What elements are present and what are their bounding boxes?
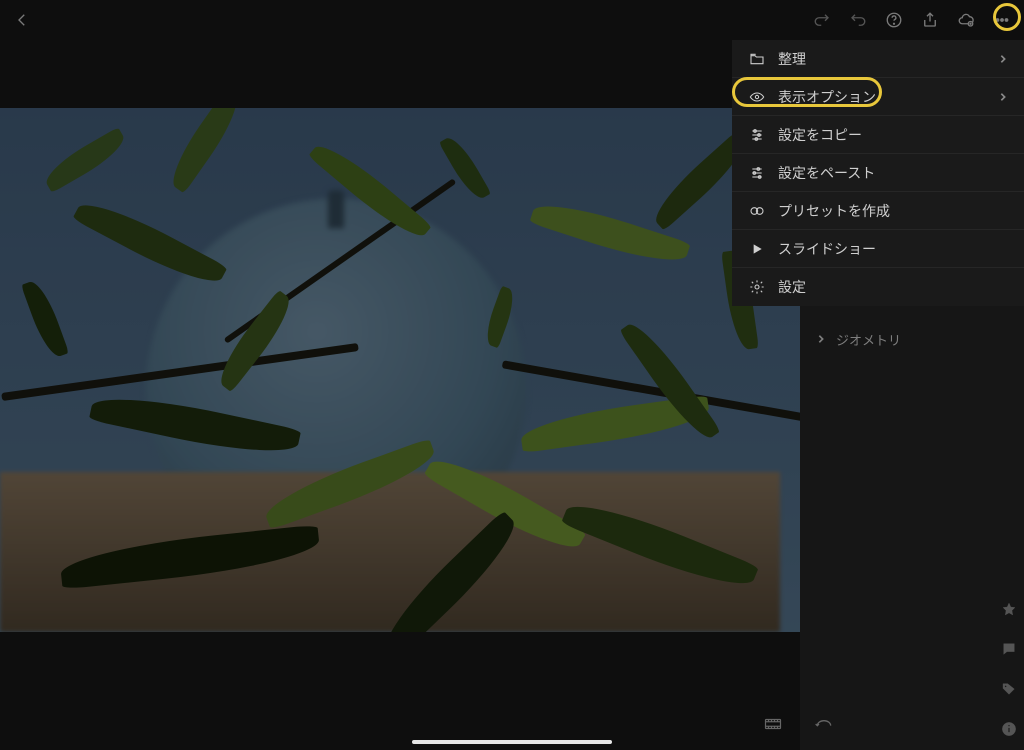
menu-item-label: 設定をコピー: [778, 125, 1008, 145]
menu-item-label: 整理: [778, 49, 986, 69]
cloud-sync-icon[interactable]: [956, 10, 976, 30]
menu-item-organize[interactable]: 整理: [732, 40, 1024, 78]
redo-icon[interactable]: [812, 10, 832, 30]
folder-icon: [748, 50, 766, 68]
play-icon: [748, 240, 766, 258]
sidebar-section-label: ジオメトリ: [836, 330, 901, 349]
app-root: 整理 表示オプション 設定をコピー 設定をペースト プリセットを作成 スライドシ…: [0, 0, 1024, 750]
share-icon[interactable]: [920, 10, 940, 30]
more-options-icon[interactable]: [992, 10, 1012, 30]
edit-sidebar: ジオメトリ: [800, 306, 1024, 750]
canvas-footer-right: [814, 717, 834, 736]
reset-icon[interactable]: [814, 717, 834, 736]
sliders-copy-icon: [748, 126, 766, 144]
menu-item-label: 設定をペースト: [778, 163, 1008, 183]
info-icon[interactable]: [1000, 720, 1018, 738]
chevron-right-icon: [998, 51, 1008, 67]
menu-item-view-options[interactable]: 表示オプション: [732, 78, 1024, 116]
right-rail: [1000, 600, 1018, 738]
canvas-footer: [0, 717, 800, 736]
comment-icon[interactable]: [1000, 640, 1018, 658]
home-indicator: [412, 740, 612, 744]
tag-icon[interactable]: [1000, 680, 1018, 698]
menu-item-create-preset[interactable]: プリセットを作成: [732, 192, 1024, 230]
menu-item-label: 設定: [778, 277, 1008, 297]
menu-item-settings[interactable]: 設定: [732, 268, 1024, 306]
chevron-right-icon: [998, 89, 1008, 105]
menu-item-label: プリセットを作成: [778, 201, 1008, 221]
top-toolbar: [0, 0, 1024, 40]
menu-item-label: スライドショー: [778, 239, 1008, 259]
sidebar-section-geometry[interactable]: ジオメトリ: [800, 320, 1024, 358]
menu-item-copy-settings[interactable]: 設定をコピー: [732, 116, 1024, 154]
undo-icon[interactable]: [848, 10, 868, 30]
chevron-right-icon: [816, 334, 826, 344]
menu-item-slideshow[interactable]: スライドショー: [732, 230, 1024, 268]
help-icon[interactable]: [884, 10, 904, 30]
image-canvas[interactable]: [0, 108, 800, 632]
menu-item-label: 表示オプション: [778, 87, 986, 107]
menu-item-paste-settings[interactable]: 設定をペースト: [732, 154, 1024, 192]
more-options-menu: 整理 表示オプション 設定をコピー 設定をペースト プリセットを作成 スライドシ…: [732, 40, 1024, 306]
sliders-paste-icon: [748, 164, 766, 182]
star-icon[interactable]: [1000, 600, 1018, 618]
gear-icon: [748, 278, 766, 296]
view-options-icon: [748, 88, 766, 106]
filmstrip-icon[interactable]: [764, 717, 782, 736]
preset-icon: [748, 202, 766, 220]
back-icon[interactable]: [12, 10, 32, 30]
